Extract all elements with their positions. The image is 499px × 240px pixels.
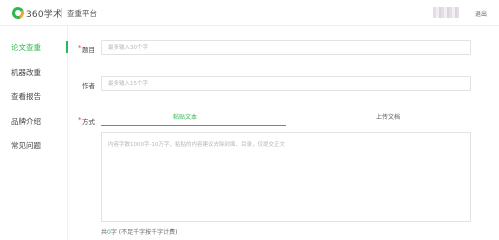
author-input[interactable] — [101, 76, 471, 91]
user-avatar[interactable] — [433, 7, 459, 18]
sidebar-item-paper-check[interactable]: 论文查重 — [11, 42, 41, 53]
sidebar-item-machine-rewrite[interactable]: 机器改重 — [11, 67, 41, 78]
author-label: 作者 — [82, 82, 95, 90]
method-label: 方式 — [82, 118, 95, 126]
method-required-mark: * — [78, 116, 82, 124]
sidebar-item-faq[interactable]: 常见问题 — [11, 140, 41, 151]
word-count-note: (不足千字按千字计费) — [116, 229, 178, 236]
header-divider — [61, 8, 62, 18]
tab-paste-text[interactable]: 粘贴文本 — [173, 112, 197, 121]
title-required-mark: * — [78, 44, 82, 52]
active-tab-underline — [101, 125, 286, 126]
tab-upload-document[interactable]: 上传文档 — [376, 112, 400, 121]
logo-text: 360学术 — [26, 9, 63, 20]
sidebar: 论文查重 机器改重 查看报告 品牌介绍 常见问题 — [0, 26, 68, 240]
title-input[interactable] — [101, 40, 471, 55]
platform-title: 查重平台 — [67, 9, 97, 18]
sidebar-item-view-report[interactable]: 查看报告 — [11, 91, 41, 102]
logo[interactable]: 360学术 — [10, 5, 63, 21]
content-textarea[interactable] — [101, 132, 471, 222]
logout-link[interactable]: 退出 — [475, 9, 487, 18]
top-header: 360学术 查重平台 退出 — [0, 0, 499, 26]
title-label: 题目 — [82, 46, 95, 54]
logo-ring-icon — [10, 5, 26, 21]
word-count: 共0字 (不足千字按千字计费) — [101, 227, 177, 236]
sidebar-active-indicator — [66, 41, 68, 53]
sidebar-item-brand-intro[interactable]: 品牌介绍 — [11, 116, 41, 127]
